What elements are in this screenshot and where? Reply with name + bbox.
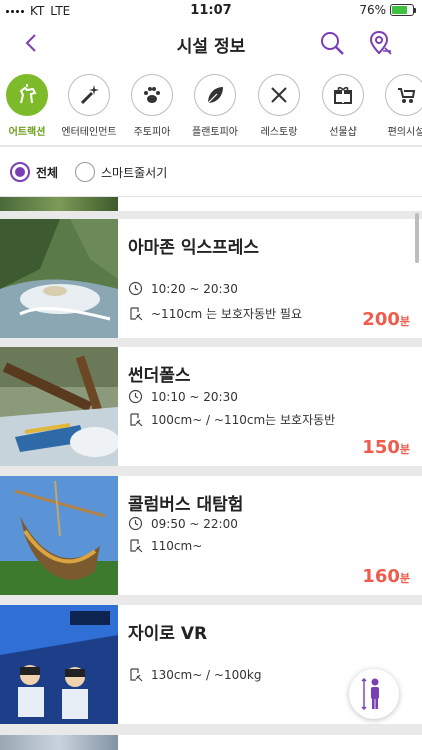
paw-icon xyxy=(131,74,173,116)
wait-unit: 분 xyxy=(399,572,410,585)
height-requirement: 130cm~ / ~100kg xyxy=(128,667,261,682)
height-requirement: 110cm~ xyxy=(128,538,202,553)
search-button[interactable] xyxy=(318,29,346,57)
list-item-partial[interactable] xyxy=(0,735,422,750)
leaf-icon xyxy=(194,74,236,116)
category-tabs: 어트랙션 엔터테인먼트 주토피아 플랜토피아 레스토랑 선물샵 편의시설 xyxy=(0,64,422,146)
wait-time: 160분 xyxy=(362,566,410,587)
attraction-name: 자이로 VR xyxy=(128,624,208,644)
status-right: 76% xyxy=(359,3,416,17)
list-item[interactable]: 콜럼버스 대탐험 09:50 ~ 22:00 110cm~ 160분 xyxy=(0,476,422,595)
category-label: 편의시설 xyxy=(387,127,422,138)
hours-text: 10:20 ~ 20:30 xyxy=(151,281,238,296)
list-item-partial[interactable] xyxy=(0,197,422,211)
wait-time: 150분 xyxy=(362,437,410,458)
operating-hours: 10:10 ~ 20:30 xyxy=(128,389,238,404)
map-location-button[interactable] xyxy=(366,29,394,57)
requirement-icon xyxy=(130,668,143,682)
filter-smart-label: 스마트줄서기 xyxy=(101,165,168,180)
attraction-thumbnail xyxy=(0,605,118,724)
category-label: 주토피아 xyxy=(133,127,171,138)
category-restaurant[interactable]: 레스토랑 xyxy=(247,74,311,138)
page-title: 시설 정보 xyxy=(176,37,246,57)
attraction-thumbnail xyxy=(0,735,118,750)
list-item[interactable]: 썬더폴스 10:10 ~ 20:30 100cm~ / ~110cm는 보호자동… xyxy=(0,347,422,466)
wait-minutes: 200 xyxy=(362,309,400,330)
height-requirement: 100cm~ / ~110cm는 보호자동반 xyxy=(128,411,335,428)
map-pin-icon xyxy=(369,30,392,55)
stroller-icon xyxy=(385,74,422,116)
person-height-icon xyxy=(361,678,379,710)
battery-icon xyxy=(390,4,416,16)
magic-wand-icon xyxy=(68,74,110,116)
height-requirement: ~110cm 는 보호자동반 필요 xyxy=(128,305,302,322)
requirement-icon xyxy=(130,413,143,427)
attraction-thumbnail xyxy=(0,197,118,211)
category-label: 선물샵 xyxy=(329,127,357,138)
requirement-text: ~110cm 는 보호자동반 필요 xyxy=(151,307,303,321)
filter-bar: 전체 스마트줄서기 xyxy=(0,147,422,197)
filter-all-radio[interactable]: 전체 xyxy=(10,162,58,182)
category-label: 플랜토피아 xyxy=(192,127,238,138)
category-label: 엔터테인먼트 xyxy=(61,127,117,138)
filter-all-label: 전체 xyxy=(36,165,59,180)
wait-minutes: 150 xyxy=(362,437,400,458)
category-zootopia[interactable]: 주토피아 xyxy=(120,74,184,138)
attraction-thumbnail xyxy=(0,219,118,338)
category-amenities[interactable]: 편의시설 xyxy=(374,74,422,138)
operating-hours: 09:50 ~ 22:00 xyxy=(128,516,238,531)
attraction-name: 아마존 익스프레스 xyxy=(128,238,260,258)
operating-hours: 10:20 ~ 20:30 xyxy=(128,281,238,296)
carousel-horse-icon xyxy=(6,74,48,116)
radio-selected-icon xyxy=(10,162,30,182)
search-icon xyxy=(321,32,344,55)
status-bar: KT LTE 11:07 76% xyxy=(0,0,422,22)
hours-text: 09:50 ~ 22:00 xyxy=(151,516,238,531)
category-label: 어트랙션 xyxy=(8,127,46,138)
category-gift-shop[interactable]: 선물샵 xyxy=(311,74,375,138)
requirement-text: 100cm~ / ~110cm는 보호자동반 xyxy=(151,413,336,427)
wait-minutes: 160 xyxy=(362,566,400,587)
category-label: 레스토랑 xyxy=(260,127,298,138)
wait-unit: 분 xyxy=(399,315,410,328)
attraction-thumbnail xyxy=(0,347,118,466)
radio-unselected-icon xyxy=(75,162,95,182)
requirement-text: 130cm~ / ~100kg xyxy=(151,667,262,682)
list-item[interactable]: 아마존 익스프레스 10:20 ~ 20:30 ~110cm 는 보호자동반 필… xyxy=(0,219,422,338)
battery-percent: 76% xyxy=(359,3,386,17)
attraction-thumbnail xyxy=(0,476,118,595)
attraction-name: 썬더폴스 xyxy=(128,366,191,386)
requirement-icon xyxy=(130,307,143,321)
clock-icon xyxy=(128,389,143,404)
wait-time: 200분 xyxy=(362,309,410,330)
fork-knife-icon xyxy=(258,74,300,116)
scroll-indicator[interactable] xyxy=(415,213,419,263)
category-attraction[interactable]: 어트랙션 xyxy=(0,74,59,138)
app-header: 시설 정보 xyxy=(0,22,422,64)
height-guide-button[interactable] xyxy=(349,669,399,719)
gift-icon xyxy=(322,74,364,116)
attraction-list: 아마존 익스프레스 10:20 ~ 20:30 ~110cm 는 보호자동반 필… xyxy=(0,197,422,750)
category-plantopia[interactable]: 플랜토피아 xyxy=(183,74,247,138)
category-entertainment[interactable]: 엔터테인먼트 xyxy=(57,74,121,138)
attraction-name: 콜럼버스 대탐험 xyxy=(128,495,244,515)
requirement-icon xyxy=(130,539,143,553)
requirement-text: 110cm~ xyxy=(151,538,203,553)
hours-text: 10:10 ~ 20:30 xyxy=(151,389,238,404)
clock-icon xyxy=(128,516,143,531)
filter-smart-radio[interactable]: 스마트줄서기 xyxy=(75,162,167,182)
clock-icon xyxy=(128,281,143,296)
wait-unit: 분 xyxy=(399,443,410,456)
